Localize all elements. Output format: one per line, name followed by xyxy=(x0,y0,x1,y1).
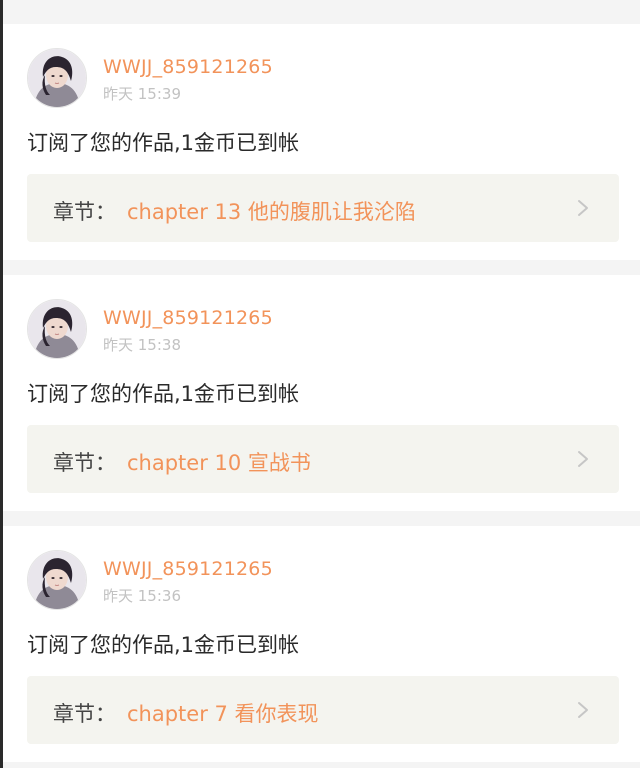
chapter-label: 章节： xyxy=(53,200,116,224)
username[interactable]: WWJJ_859121265 xyxy=(103,56,273,78)
notification-card: WWJJ_859121265 昨天 15:36 订阅了您的作品,1金币已到帐 章… xyxy=(3,526,640,762)
chevron-right-icon xyxy=(578,451,588,467)
notification-message: 订阅了您的作品,1金币已到帐 xyxy=(27,633,300,657)
username[interactable]: WWJJ_859121265 xyxy=(103,558,273,580)
chevron-right-icon xyxy=(578,200,588,216)
chapter-link[interactable]: 章节： chapter 10 宣战书 xyxy=(27,425,619,493)
notification-message: 订阅了您的作品,1金币已到帐 xyxy=(27,131,300,155)
user-avatar-icon xyxy=(28,551,86,609)
avatar[interactable] xyxy=(27,550,87,610)
avatar[interactable] xyxy=(27,48,87,108)
notification-message: 订阅了您的作品,1金币已到帐 xyxy=(27,382,300,406)
user-avatar-icon xyxy=(28,300,86,358)
chapter-title: chapter 10 宣战书 xyxy=(127,451,311,475)
username[interactable]: WWJJ_859121265 xyxy=(103,307,273,329)
timestamp: 昨天 15:38 xyxy=(103,336,181,354)
chapter-title: chapter 7 看你表现 xyxy=(127,702,319,726)
notification-feed: WWJJ_859121265 昨天 15:39 订阅了您的作品,1金币已到帐 章… xyxy=(3,0,640,768)
timestamp: 昨天 15:39 xyxy=(103,85,181,103)
avatar[interactable] xyxy=(27,299,87,359)
chapter-label: 章节： xyxy=(53,702,116,726)
chapter-link[interactable]: 章节： chapter 7 看你表现 xyxy=(27,676,619,744)
timestamp: 昨天 15:36 xyxy=(103,587,181,605)
chapter-link[interactable]: 章节： chapter 13 他的腹肌让我沦陷 xyxy=(27,174,619,242)
notification-card: WWJJ_859121265 昨天 15:38 订阅了您的作品,1金币已到帐 章… xyxy=(3,275,640,511)
chapter-title: chapter 13 他的腹肌让我沦陷 xyxy=(127,200,416,224)
user-avatar-icon xyxy=(28,49,86,107)
notification-card: WWJJ_859121265 昨天 15:39 订阅了您的作品,1金币已到帐 章… xyxy=(3,24,640,260)
chevron-right-icon xyxy=(578,702,588,718)
chapter-label: 章节： xyxy=(53,451,116,475)
